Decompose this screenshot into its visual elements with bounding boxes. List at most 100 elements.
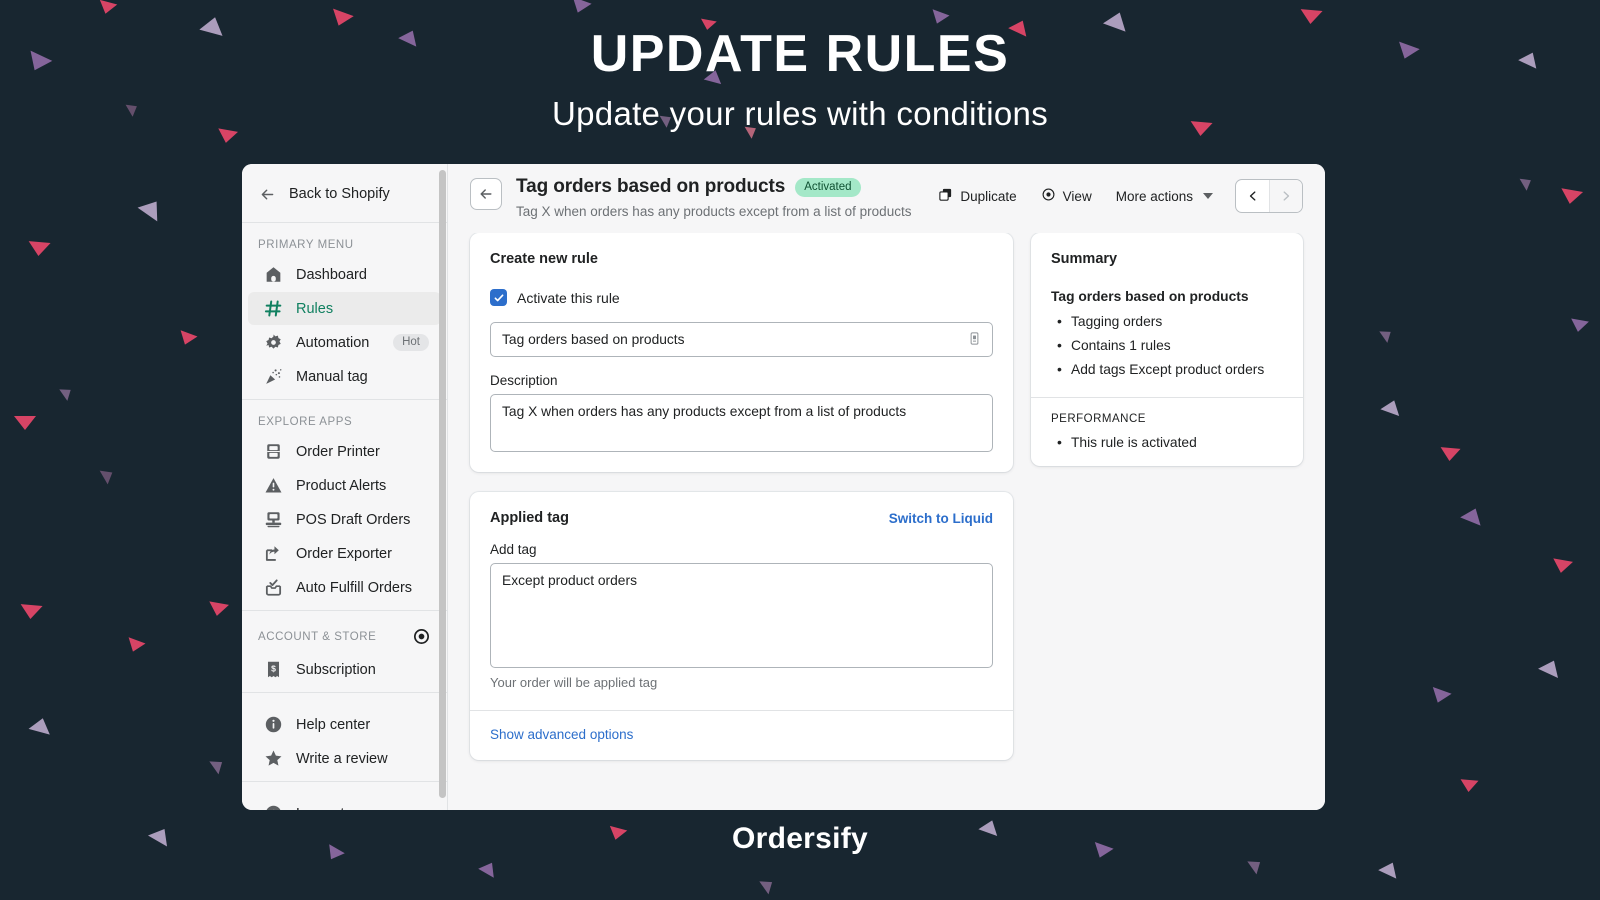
rule-name-value: Tag orders based on products — [502, 332, 685, 347]
switch-to-liquid-link[interactable]: Switch to Liquid — [889, 511, 993, 526]
decorative-triangle — [137, 194, 167, 222]
hero-banner: UPDATE RULES Update your rules with cond… — [0, 0, 1600, 160]
description-label: Description — [490, 373, 558, 388]
pagination-next-button[interactable] — [1269, 180, 1302, 212]
activate-rule-checkbox[interactable] — [490, 289, 507, 306]
sidebar-scrollbar[interactable] — [439, 170, 446, 798]
decorative-triangle — [27, 241, 51, 257]
status-badge: Activated — [795, 177, 861, 197]
sidebar-divider — [242, 610, 447, 611]
pagination-prev-button[interactable] — [1236, 180, 1269, 212]
sidebar-section-label: ACCOUNT & STORE — [258, 630, 377, 643]
sidebar-divider — [242, 781, 447, 782]
brand-footer: Ordersify — [731, 822, 869, 855]
decorative-triangle — [1519, 174, 1535, 191]
sidebar-item-order-exporter[interactable]: Order Exporter — [248, 537, 441, 570]
sidebar-item-label: Write a review — [296, 750, 388, 767]
decorative-triangle — [124, 637, 146, 655]
app-window: Back to Shopify PRIMARY MENU Dashboard Rul… — [242, 164, 1325, 810]
sidebar-item-log-out[interactable]: Log out — [248, 797, 441, 810]
performance-heading: PERFORMANCE — [1051, 413, 1146, 425]
decorative-triangle — [1460, 504, 1486, 526]
view-button[interactable]: View — [1029, 181, 1104, 211]
back-to-shopify-link[interactable]: Back to Shopify — [242, 172, 447, 216]
sidebar-section-label: EXPLORE APPS — [258, 416, 353, 428]
pagination — [1235, 179, 1303, 213]
rule-name-input[interactable]: Tag orders based on products — [490, 322, 993, 357]
sidebar-item-rules[interactable]: Rules — [248, 292, 441, 325]
template-icon[interactable] — [967, 331, 982, 349]
decorative-triangle — [99, 465, 117, 485]
sidebar-item-product-alerts[interactable]: Product Alerts — [248, 469, 441, 502]
more-actions-label: More actions — [1115, 188, 1193, 204]
arrow-left-icon — [258, 185, 277, 204]
sidebar-item-manual-tag[interactable]: Manual tag — [248, 360, 441, 393]
sidebar-section-header: PRIMARY MENU — [242, 229, 447, 257]
sidebar-divider — [242, 399, 447, 400]
decorative-triangle — [1247, 855, 1265, 875]
summary-bullet: Contains 1 rules — [1051, 337, 1283, 353]
back-to-shopify-label: Back to Shopify — [289, 186, 390, 202]
main-panel: Tag orders based on products Activated T… — [448, 164, 1325, 810]
decorative-triangle — [1428, 686, 1452, 707]
content-right-column: Summary Tag orders based on products Tag… — [1031, 233, 1303, 810]
sidebar-item-label: Help center — [296, 716, 371, 733]
sidebar-item-write-a-review[interactable]: Write a review — [248, 742, 441, 775]
sidebar-item-dashboard[interactable]: Dashboard — [248, 258, 441, 291]
decorative-triangle — [1380, 396, 1404, 417]
decorative-triangle — [1379, 326, 1395, 343]
sidebar-item-pos-draft-orders[interactable]: POS Draft Orders — [248, 503, 441, 536]
summary-bullet: Add tags Except product orders — [1051, 361, 1283, 377]
description-textarea[interactable]: Tag X when orders has any products excep… — [490, 394, 993, 452]
sidebar-item-help-center[interactable]: Help center — [248, 708, 441, 741]
sidebar-divider — [242, 692, 447, 693]
sidebar-item-auto-fulfill-orders[interactable]: Auto Fulfill Orders — [248, 571, 441, 604]
eye-icon[interactable] — [412, 627, 431, 646]
decorative-triangle — [19, 604, 43, 620]
show-advanced-options-link[interactable]: Show advanced options — [490, 727, 633, 742]
decorative-triangle — [478, 858, 500, 878]
duplicate-icon — [938, 187, 953, 205]
star-icon — [264, 749, 283, 768]
decorative-triangle — [1551, 558, 1573, 575]
summary-rule-name: Tag orders based on products — [1051, 289, 1249, 304]
sidebar-item-subscription[interactable]: $ Subscription — [248, 653, 441, 686]
summary-bullet: Tagging orders — [1051, 313, 1283, 329]
sidebar-section-header: ACCOUNT & STORE — [242, 617, 447, 652]
duplicate-label: Duplicate — [960, 188, 1017, 204]
summary-card: Summary Tag orders based on products Tag… — [1031, 233, 1303, 466]
decorative-triangle — [209, 755, 227, 775]
duplicate-button[interactable]: Duplicate — [926, 181, 1028, 211]
sidebar-item-label: Order Printer — [296, 443, 380, 460]
activate-rule-row[interactable]: Activate this rule — [490, 289, 993, 306]
applied-tag-heading: Applied tag — [490, 510, 569, 526]
sidebar-item-automation[interactable]: Automation Hot — [248, 326, 441, 359]
receipt-dollar-icon: $ — [264, 660, 283, 679]
inbox-check-icon — [264, 578, 283, 597]
alert-triangle-icon — [264, 476, 283, 495]
content-left-column: Create new rule Activate this rule Tag o… — [470, 233, 1013, 810]
header-back-button[interactable] — [470, 178, 502, 210]
page-title-block: Tag orders based on products Activated T… — [516, 176, 912, 219]
sidebar-item-order-printer[interactable]: Order Printer — [248, 435, 441, 468]
decorative-triangle — [28, 715, 54, 735]
header-actions: Duplicate View More actions — [926, 179, 1303, 213]
sidebar-section-header: EXPLORE APPS — [242, 406, 447, 434]
more-actions-button[interactable]: More actions — [1104, 183, 1225, 210]
sidebar-item-label: Auto Fulfill Orders — [296, 579, 413, 596]
page-header: Tag orders based on products Activated T… — [448, 164, 1325, 233]
add-tag-textarea[interactable]: Except product orders — [490, 563, 993, 668]
activate-rule-label: Activate this rule — [517, 289, 620, 306]
add-tag-helper-text: Your order will be applied tag — [490, 675, 658, 690]
sidebar-item-label: Automation — [296, 334, 370, 351]
decorative-triangle — [1538, 656, 1564, 678]
sidebar-item-label: Order Exporter — [296, 545, 392, 562]
gear-icon — [264, 333, 283, 352]
sidebar-item-label: Manual tag — [296, 368, 368, 385]
decorative-triangle — [1569, 318, 1589, 334]
svg-text:$: $ — [271, 664, 276, 674]
performance-bullet: This rule is activated — [1051, 434, 1283, 450]
decorative-triangle — [59, 384, 75, 401]
hero-title: UPDATE RULES — [590, 25, 1010, 83]
summary-bullet-list: Tagging orders Contains 1 rules Add tags E… — [1051, 313, 1283, 377]
